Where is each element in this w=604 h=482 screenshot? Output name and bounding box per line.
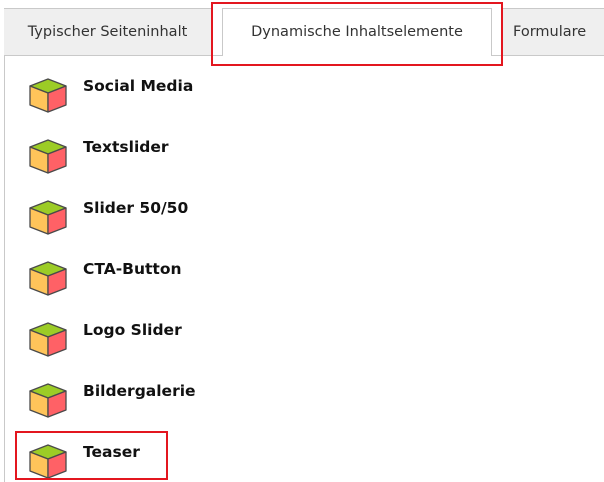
tab-typischer-seiteninhalt[interactable]: Typischer Seiteninhalt xyxy=(4,8,212,55)
cube-icon xyxy=(29,200,67,235)
content-element-label: Social Media xyxy=(83,77,194,95)
cube-icon xyxy=(29,139,67,174)
content-element-bildergalerie[interactable]: Bildergalerie xyxy=(28,381,328,421)
content-element-label: Slider 50/50 xyxy=(83,199,189,217)
cube-icon xyxy=(29,383,67,418)
content-element-label: Teaser xyxy=(83,443,140,461)
new-content-element-wizard: Typischer Seiteninhalt Dynamische Inhalt… xyxy=(0,0,604,482)
cube-icon xyxy=(29,322,67,357)
content-element-label: Logo Slider xyxy=(83,321,182,339)
cube-icon xyxy=(29,444,67,479)
content-element-teaser[interactable]: Teaser xyxy=(28,442,328,482)
tab-dynamische-inhaltselemente[interactable]: Dynamische Inhaltselemente xyxy=(222,8,492,56)
content-element-label: CTA-Button xyxy=(83,260,182,278)
content-element-logo-slider[interactable]: Logo Slider xyxy=(28,320,328,360)
cube-icon xyxy=(29,78,67,113)
content-element-social-media[interactable]: Social Media xyxy=(28,76,328,116)
content-element-textslider[interactable]: Textslider xyxy=(28,137,328,177)
content-element-slider-50-50[interactable]: Slider 50/50 xyxy=(28,198,328,238)
tab-formulare[interactable]: Formulare xyxy=(502,8,604,55)
content-element-label: Textslider xyxy=(83,138,169,156)
content-element-cta-button[interactable]: CTA-Button xyxy=(28,259,328,299)
content-element-label: Bildergalerie xyxy=(83,382,196,400)
cube-icon xyxy=(29,261,67,296)
